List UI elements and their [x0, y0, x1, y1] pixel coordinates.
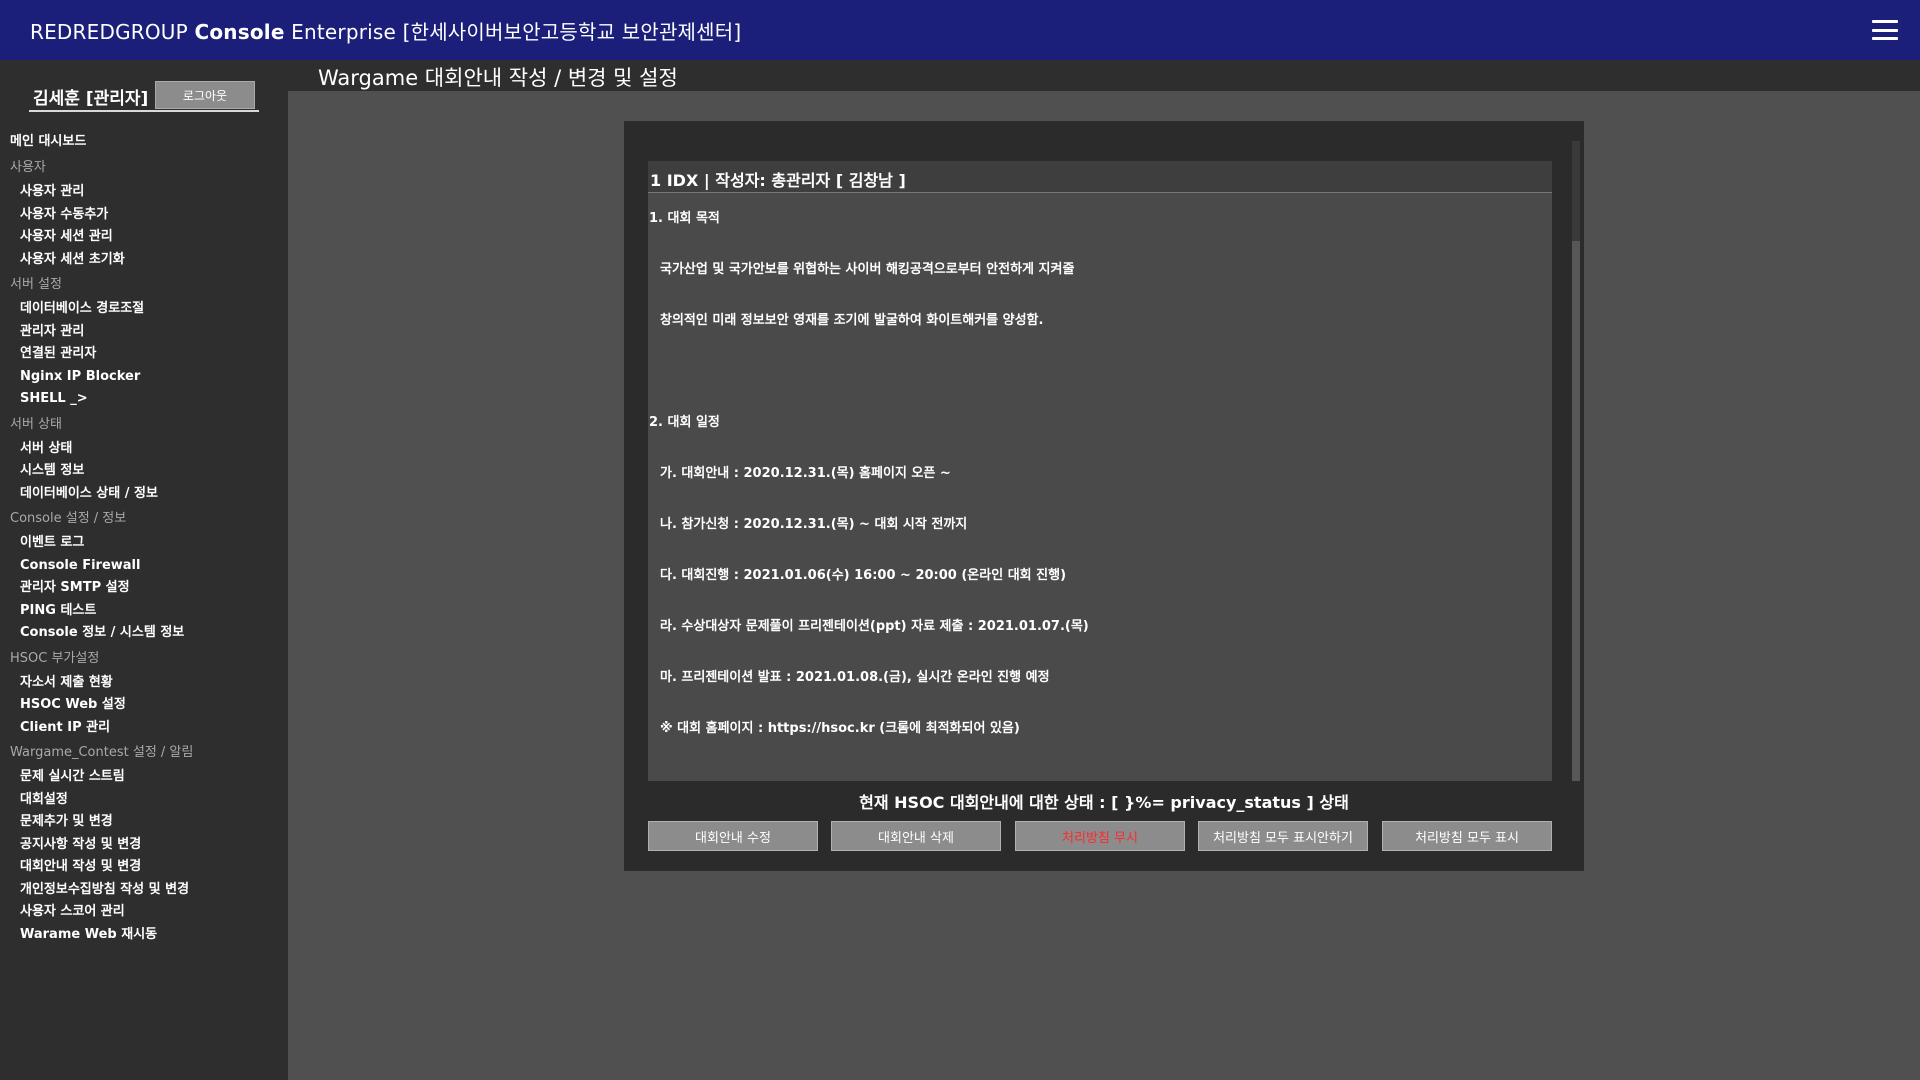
notice-text-line: 국가산업 및 국가안보를 위협하는 사이버 해킹공격으로부터 안전하게 지켜줄 [660, 262, 1075, 277]
logout-button[interactable]: 로그아웃 [155, 81, 255, 109]
show-all-policy-button[interactable]: 처리방침 모두 표시 [1382, 821, 1552, 851]
sidebar-item[interactable]: 데이터베이스 경로조절 [0, 298, 288, 321]
sidebar-section-title: 서버 설정 [10, 277, 62, 292]
notice-text-line: 가. 대회안내 : 2020.12.31.(목) 홈페이지 오픈 ~ [660, 466, 951, 481]
sidebar-item[interactable]: 대회안내 작성 및 변경 [0, 856, 288, 879]
hamburger-menu-icon[interactable] [1872, 20, 1898, 40]
scrollbar-thumb[interactable] [1572, 141, 1580, 241]
sidebar-item[interactable]: 관리자 관리 [0, 321, 288, 344]
notice-text-line: ※ 대회 홈페이지 : https://hsoc.kr (크롬에 최적화되어 있… [660, 721, 1020, 736]
sidebar-item[interactable]: SHELL _> [0, 388, 288, 411]
notice-text-line: 나. 참가신청 : 2020.12.31.(목) ~ 대회 시작 전까지 [660, 517, 968, 532]
sidebar-item[interactable]: 시스템 정보 [0, 460, 288, 483]
sidebar: 김세훈 [관리자] 로그아웃 메인 대시보드 사용자사용자 관리 사용자 수동추가… [0, 60, 288, 1080]
sidebar-item[interactable]: 공지사항 작성 및 변경 [0, 834, 288, 857]
sidebar-item[interactable]: Nginx IP Blocker [0, 366, 288, 389]
page-title: Wargame 대회안내 작성 / 변경 및 설정 [318, 66, 678, 90]
sidebar-item[interactable]: 관리자 SMTP 설정 [0, 577, 288, 600]
notice-text-line: 다. 대회진행 : 2021.01.06(수) 16:00 ~ 20:00 (온… [660, 568, 1067, 583]
sidebar-section-title: Console 설정 / 정보 [10, 511, 127, 526]
sidebar-item[interactable]: 자소서 제출 현황 [0, 672, 288, 695]
notice-body: 1. 대회 목적국가산업 및 국가안보를 위협하는 사이버 해킹공격으로부터 안… [648, 193, 1552, 754]
sidebar-item[interactable]: 사용자 관리 [0, 181, 288, 204]
notice-text-line: 라. 수상대상자 문제풀이 프리젠테이션(ppt) 자료 제출 : 2021.0… [660, 619, 1089, 634]
sidebar-item[interactable]: Console 정보 / 시스템 정보 [0, 622, 288, 645]
sidebar-item[interactable]: 사용자 세션 초기화 [0, 249, 288, 272]
page-title-bar: Wargame 대회안내 작성 / 변경 및 설정 [288, 60, 1920, 91]
sidebar-item-dashboard[interactable]: 메인 대시보드 [0, 130, 288, 154]
notice-text-line: 마. 프리젠테이션 발표 : 2021.01.08.(금), 실시간 온라인 진… [660, 670, 1050, 685]
sidebar-section-title: Wargame_Contest 설정 / 알림 [10, 745, 194, 760]
notice-scrollbar[interactable] [1572, 141, 1580, 781]
notice-section-heading: 2. 대회 일정 [649, 415, 720, 430]
sidebar-menu: 메인 대시보드 사용자사용자 관리 사용자 수동추가 사용자 세션 관리 사용자 세션… [0, 130, 288, 946]
sidebar-item[interactable]: 사용자 수동추가 [0, 204, 288, 227]
sidebar-item[interactable]: 이벤트 로그 [0, 532, 288, 555]
sidebar-item[interactable]: Warame Web 재시동 [0, 924, 288, 947]
sidebar-section-title: HSOC 부가설정 [10, 650, 100, 666]
edit-notice-button[interactable]: 대회안내 수정 [648, 821, 818, 851]
sidebar-item[interactable]: 서버 상태 [0, 438, 288, 461]
action-buttons: 대회안내 수정 대회안내 삭제 처리방침 무시 처리방침 모두 표시안하기 처리… [648, 821, 1552, 851]
notice-section-heading: 1. 대회 목적 [649, 211, 720, 226]
app-brand: REDREDGROUP Console Enterprise [한세사이버보안고… [30, 19, 742, 44]
sidebar-item[interactable]: 연결된 관리자 [0, 343, 288, 366]
notice-status-text: 현재 HSOC 대회안내에 대한 상태 : [ }%= privacy_stat… [859, 793, 1349, 812]
ignore-policy-button[interactable]: 처리방침 무시 [1015, 821, 1185, 851]
notice-content-box[interactable]: 1 IDX | 작성자: 총관리자 [ 김창남 ] 1. 대회 목적국가산업 및… [648, 161, 1552, 781]
delete-notice-button[interactable]: 대회안내 삭제 [831, 821, 1001, 851]
sidebar-item[interactable]: 개인정보수집방침 작성 및 변경 [0, 879, 288, 902]
sidebar-item[interactable]: Console Firewall [0, 555, 288, 578]
sidebar-item[interactable]: 사용자 스코어 관리 [0, 901, 288, 924]
notice-panel: 1 IDX | 작성자: 총관리자 [ 김창남 ] 1. 대회 목적국가산업 및… [624, 121, 1584, 871]
notice-blank-line [648, 346, 1552, 397]
notice-header: 1 IDX | 작성자: 총관리자 [ 김창남 ] [648, 161, 1552, 193]
sidebar-item[interactable]: 사용자 세션 관리 [0, 226, 288, 249]
sidebar-item[interactable]: PING 테스트 [0, 600, 288, 623]
sidebar-item[interactable]: 데이터베이스 상태 / 정보 [0, 483, 288, 506]
sidebar-section-title: 서버 상태 [10, 416, 62, 432]
sidebar-item[interactable]: Client IP 관리 [0, 717, 288, 740]
username-label: 김세훈 [관리자] [33, 89, 149, 109]
sidebar-section-title: 사용자 [10, 160, 46, 175]
sidebar-item[interactable]: 문제 실시간 스트림 [0, 766, 288, 789]
notice-header-text: 1 IDX | 작성자: 총관리자 [ 김창남 ] [650, 171, 906, 190]
sidebar-item[interactable]: 문제추가 및 변경 [0, 811, 288, 834]
sidebar-item[interactable]: HSOC Web 설정 [0, 694, 288, 717]
sidebar-item[interactable]: 대회설정 [0, 789, 288, 812]
top-header: REDREDGROUP Console Enterprise [한세사이버보안고… [0, 0, 1920, 60]
notice-text-line: 창의적인 미래 정보보안 영재를 조기에 발굴하여 화이트해커를 양성함. [660, 313, 1044, 328]
user-box: 김세훈 [관리자] 로그아웃 [29, 72, 259, 112]
hide-all-policy-button[interactable]: 처리방침 모두 표시안하기 [1198, 821, 1368, 851]
